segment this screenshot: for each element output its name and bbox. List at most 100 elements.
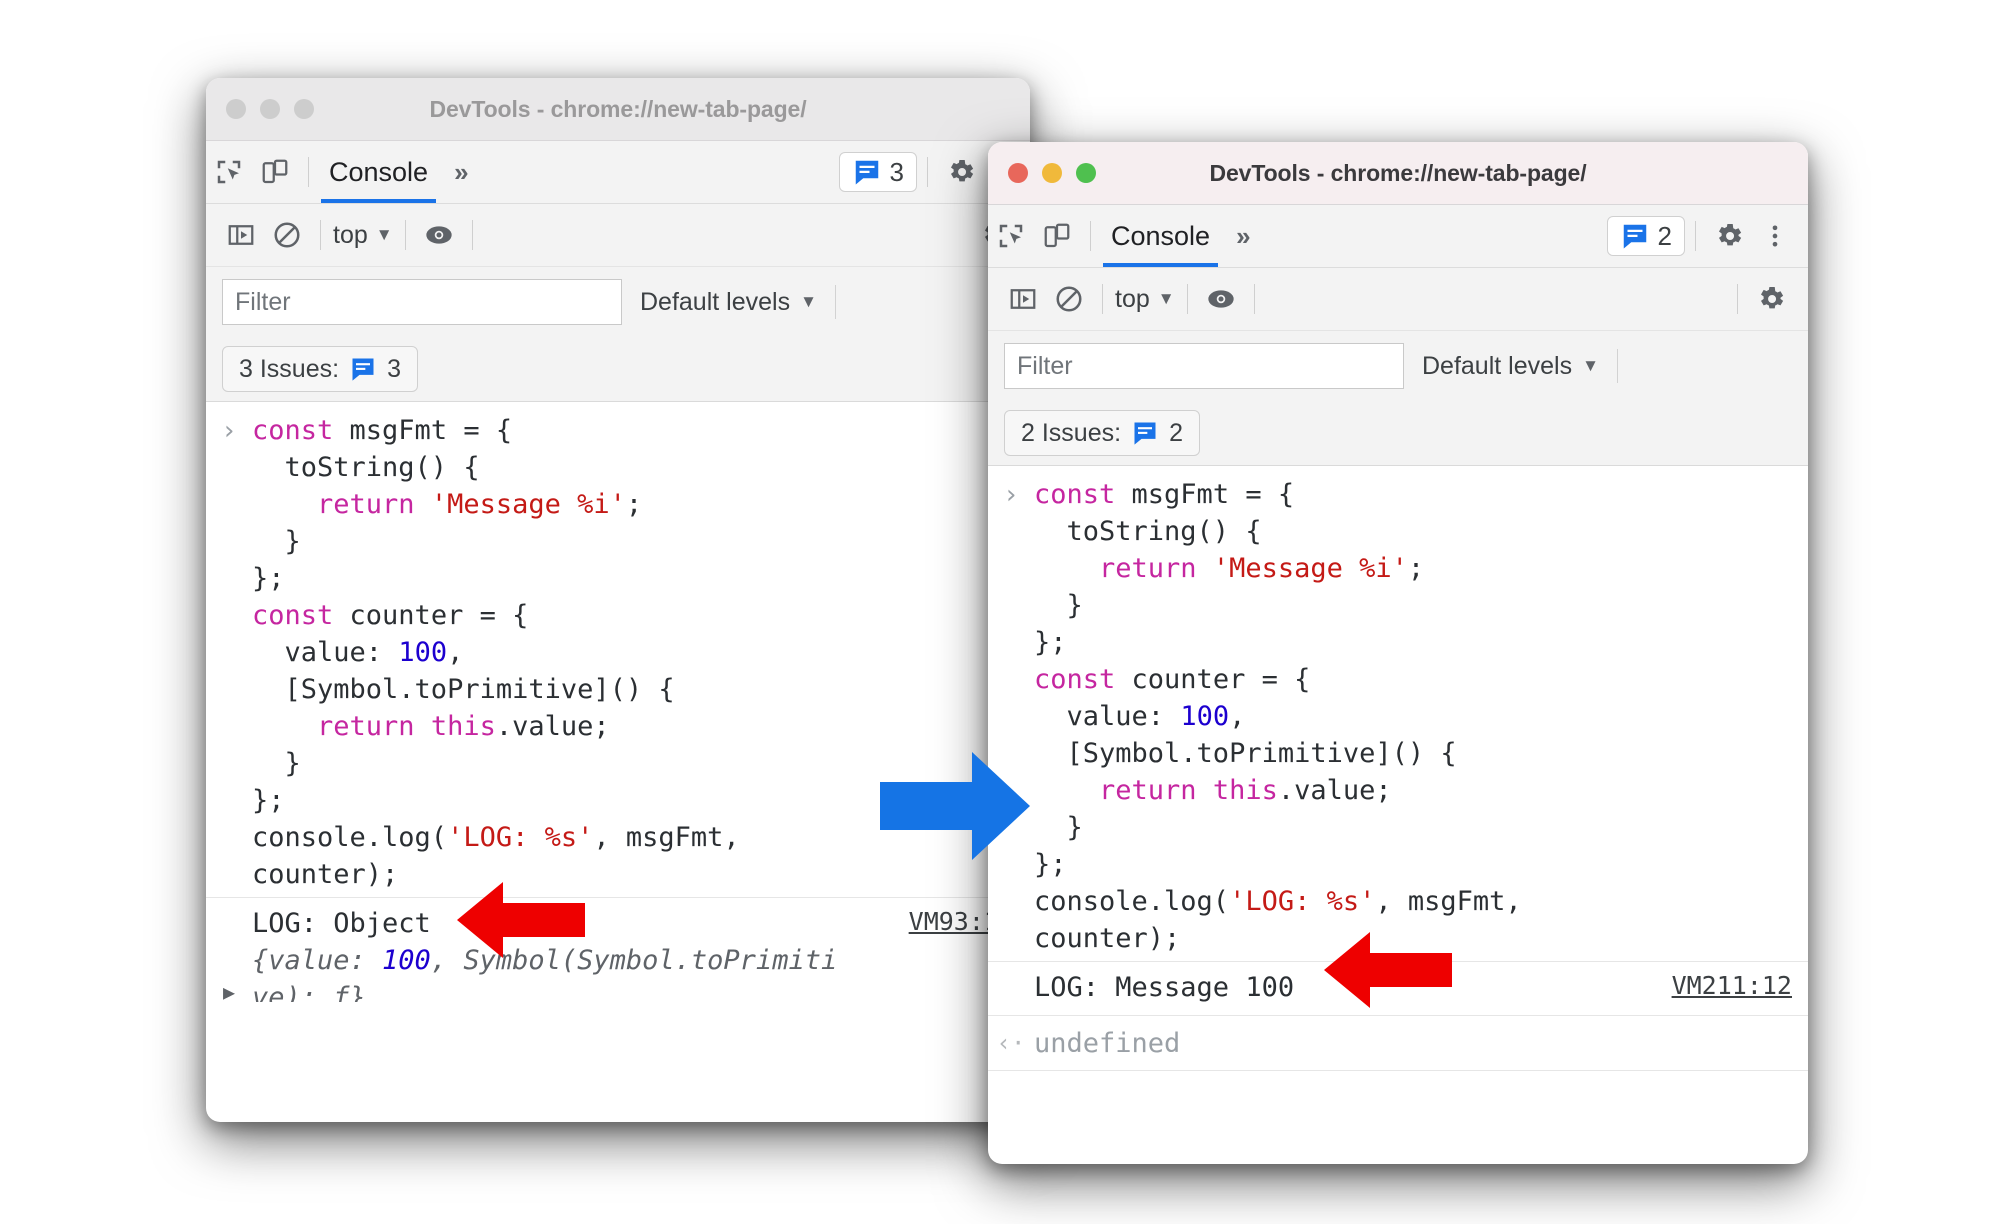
issues-counter-button[interactable]: 3 [838, 152, 917, 192]
chevron-down-icon: ▼ [1157, 289, 1175, 308]
filter-row-divider [834, 285, 836, 319]
window-controls-left[interactable] [206, 99, 314, 119]
issues-summary-label: 3 Issues: [239, 354, 340, 383]
chevron-down-icon: ▼ [1582, 356, 1599, 375]
more-tabs-chevron-icon[interactable]: » [438, 157, 484, 188]
console-toolbar-divider-3 [1253, 284, 1255, 314]
tab-console[interactable]: Console [319, 141, 438, 203]
console-filter-row-right: Filter Default levels ▼ [988, 331, 1808, 401]
result-arrow-icon: ‹· [996, 1029, 1026, 1057]
chevron-down-icon: ▼ [375, 225, 393, 244]
devtools-window-left: DevTools - chrome://new-tab-page/ Consol… [206, 78, 1030, 1122]
filter-placeholder: Filter [235, 287, 291, 316]
issues-summary-button[interactable]: 2 Issues: 2 [1004, 410, 1200, 456]
expand-triangle-icon[interactable]: ▶ [206, 942, 252, 1002]
toolbar-divider [308, 157, 309, 187]
inspect-element-icon[interactable] [988, 213, 1034, 259]
object-preview-row[interactable]: ▶ {value: 100, Symbol(Symbol.toPrimiti ve… [206, 942, 1030, 1002]
console-sidebar-icon[interactable] [1000, 276, 1046, 322]
toolbar-divider-2 [1695, 221, 1696, 251]
close-button[interactable] [226, 99, 246, 119]
issues-counter-button[interactable]: 2 [1606, 216, 1685, 256]
issues-count: 2 [1657, 220, 1672, 251]
console-filter-row-left: Filter Default levels ▼ [206, 267, 1030, 337]
console-input-entry: › const msgFmt = { toString() { return '… [206, 402, 1030, 897]
filter-input[interactable]: Filter [1004, 343, 1404, 389]
window-title: DevTools - chrome://new-tab-page/ [429, 95, 807, 122]
clear-console-icon[interactable] [264, 212, 310, 258]
console-input-code: const msgFmt = { toString() { return 'Me… [252, 415, 740, 890]
log-message: LOG: Object [252, 908, 431, 939]
toolbar-divider [1090, 221, 1091, 251]
more-tabs-chevron-icon[interactable]: » [1220, 221, 1266, 252]
live-expression-icon[interactable] [1198, 276, 1244, 322]
titlebar-right: DevTools - chrome://new-tab-page/ [988, 142, 1808, 205]
issues-speech-bubble-icon [1623, 224, 1646, 249]
inspect-element-icon[interactable] [206, 149, 252, 195]
console-toolbar-divider-4 [1737, 284, 1738, 314]
console-output-left: › const msgFmt = { toString() { return '… [206, 402, 1030, 1002]
console-prompt-row[interactable]: › [988, 1070, 1808, 1076]
console-log-entry: LOG: Message 100 VM211:12 [988, 961, 1808, 1015]
issues-summary-button[interactable]: 3 Issues: 3 [222, 346, 418, 392]
issues-summary-count: 2 [1169, 418, 1183, 447]
issues-summary-label: 2 Issues: [1021, 418, 1122, 447]
live-expression-icon[interactable] [416, 212, 462, 258]
minimize-button[interactable] [260, 99, 280, 119]
input-prompt-arrow: › [1003, 480, 1019, 510]
execution-context-label: top [1115, 284, 1150, 313]
input-prompt-arrow: › [221, 416, 237, 446]
log-levels-label: Default levels [640, 287, 791, 316]
result-value: undefined [1034, 1027, 1181, 1059]
minimize-button[interactable] [1042, 163, 1062, 183]
console-sidebar-icon[interactable] [218, 212, 264, 258]
console-output-right: › const msgFmt = { toString() { return '… [988, 466, 1808, 1076]
log-levels-selector[interactable]: Default levels ▼ [640, 288, 817, 317]
window-controls-right[interactable] [988, 163, 1096, 183]
console-toolbar-divider [1102, 284, 1103, 314]
console-result-entry: ‹· undefined [988, 1015, 1808, 1070]
filter-input[interactable]: Filter [222, 279, 622, 325]
console-toolbar-divider-2 [404, 220, 406, 250]
object-preview-line2: ve): f} [252, 982, 366, 1002]
devtools-tabbar-left: Console » 3 [206, 141, 1030, 204]
maximize-button[interactable] [1076, 163, 1096, 183]
issues-summary-count: 3 [387, 354, 401, 383]
execution-context-selector[interactable]: top ▼ [331, 221, 395, 250]
devtools-tabbar-right: Console » 2 [988, 205, 1808, 268]
source-link[interactable]: VM211:12 [1672, 971, 1792, 1000]
log-levels-label: Default levels [1422, 351, 1573, 380]
window-title: DevTools - chrome://new-tab-page/ [1209, 159, 1587, 186]
settings-gear-icon[interactable] [938, 149, 984, 195]
clear-console-icon[interactable] [1046, 276, 1092, 322]
more-options-icon[interactable] [1752, 213, 1798, 259]
device-toolbar-icon[interactable] [252, 149, 298, 195]
console-input-entry: › const msgFmt = { toString() { return '… [988, 466, 1808, 961]
console-toolbar-divider [320, 220, 321, 250]
object-preview: {value: 100, Symbol(Symbol.toPrimiti ve):… [252, 942, 837, 1002]
execution-context-selector[interactable]: top ▼ [1113, 285, 1177, 314]
screenshot-stage: DevTools - chrome://new-tab-page/ Consol… [0, 0, 2000, 1224]
filter-placeholder: Filter [1017, 351, 1073, 380]
issues-bar-left: 3 Issues: 3 [206, 337, 1030, 402]
console-settings-gear-icon[interactable] [1748, 276, 1794, 322]
console-log-entry: LOG: Object ▶ {value: 100, Symbol(Symbol… [206, 897, 1030, 1002]
issues-speech-bubble-icon [352, 358, 374, 381]
log-levels-selector[interactable]: Default levels ▼ [1422, 352, 1599, 381]
filter-row-divider [1616, 349, 1618, 383]
settings-gear-icon[interactable] [1706, 213, 1752, 259]
issues-count: 3 [889, 156, 904, 187]
console-toolbar-right: top ▼ [988, 268, 1808, 331]
tab-console[interactable]: Console [1101, 205, 1220, 267]
console-toolbar-divider-2 [1186, 284, 1188, 314]
devtools-window-right: DevTools - chrome://new-tab-page/ Consol… [988, 142, 1808, 1164]
issues-speech-bubble-icon [1134, 422, 1156, 445]
close-button[interactable] [1008, 163, 1028, 183]
toolbar-divider-2 [927, 157, 928, 187]
maximize-button[interactable] [294, 99, 314, 119]
console-toolbar-divider-3 [471, 220, 473, 250]
issues-speech-bubble-icon [855, 160, 878, 185]
console-toolbar-left: top ▼ [206, 204, 1030, 267]
device-toolbar-icon[interactable] [1034, 213, 1080, 259]
console-input-code: const msgFmt = { toString() { return 'Me… [1034, 479, 1522, 954]
